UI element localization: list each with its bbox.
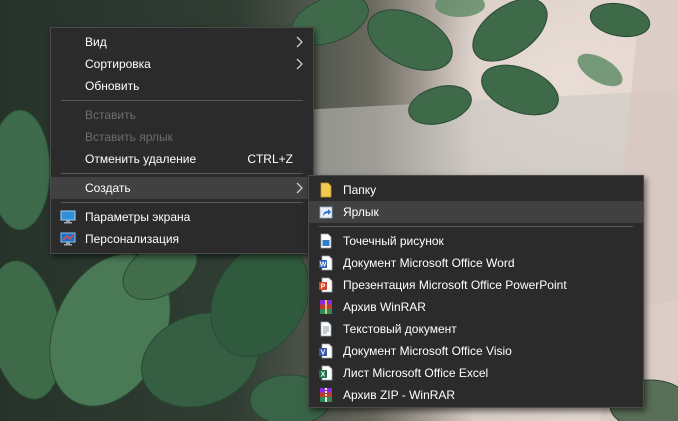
menu-item-sort[interactable]: Сортировка bbox=[51, 53, 313, 75]
excel-icon: X bbox=[319, 365, 333, 381]
menu-separator bbox=[319, 226, 633, 227]
submenu-item-powerpoint-label: Презентация Microsoft Office PowerPoint bbox=[343, 278, 567, 292]
desktop-context-menu: Вид Сортировка Обновить Вставить Вставит… bbox=[50, 27, 314, 254]
menu-item-paste-shortcut-label: Вставить ярлык bbox=[85, 130, 173, 144]
menu-item-personalization[interactable]: Персонализация bbox=[51, 228, 313, 250]
create-submenu: Папку Ярлык Точечный рисунок W Документ … bbox=[308, 175, 644, 408]
submenu-item-folder[interactable]: Папку bbox=[309, 179, 643, 201]
text-document-icon bbox=[320, 321, 332, 337]
submenu-item-winrar-zip-label: Архив ZIP - WinRAR bbox=[343, 388, 456, 402]
shortcut-icon bbox=[319, 206, 333, 219]
svg-text:X: X bbox=[321, 372, 326, 379]
menu-item-refresh[interactable]: Обновить bbox=[51, 75, 313, 97]
personalization-icon bbox=[60, 232, 76, 246]
submenu-item-shortcut[interactable]: Ярлык bbox=[309, 201, 643, 223]
winrar-icon bbox=[320, 300, 332, 314]
powerpoint-icon: P bbox=[319, 277, 333, 293]
menu-item-display-settings-label: Параметры экрана bbox=[85, 210, 191, 224]
svg-text:V: V bbox=[321, 350, 326, 357]
submenu-item-shortcut-label: Ярлык bbox=[343, 205, 379, 219]
submenu-item-bitmap-label: Точечный рисунок bbox=[343, 234, 444, 248]
submenu-item-winrar-label: Архив WinRAR bbox=[343, 300, 426, 314]
keyboard-shortcut: CTRL+Z bbox=[247, 152, 293, 166]
menu-item-personalization-label: Персонализация bbox=[85, 232, 180, 246]
menu-item-view[interactable]: Вид bbox=[51, 31, 313, 53]
submenu-item-bitmap[interactable]: Точечный рисунок bbox=[309, 230, 643, 252]
menu-item-paste-label: Вставить bbox=[85, 108, 136, 122]
menu-separator bbox=[61, 202, 303, 203]
submenu-item-visio-label: Документ Microsoft Office Visio bbox=[343, 344, 512, 358]
submenu-item-folder-label: Папку bbox=[343, 183, 377, 197]
folder-icon bbox=[320, 182, 332, 198]
submenu-item-winrar-zip[interactable]: Архив ZIP - WinRAR bbox=[309, 384, 643, 406]
chevron-right-icon bbox=[296, 36, 303, 48]
svg-text:P: P bbox=[321, 284, 326, 291]
chevron-right-icon bbox=[296, 58, 303, 70]
submenu-item-visio[interactable]: V Документ Microsoft Office Visio bbox=[309, 340, 643, 362]
submenu-item-text-document-label: Текстовый документ bbox=[343, 322, 457, 336]
visio-icon: V bbox=[319, 343, 333, 359]
menu-item-refresh-label: Обновить bbox=[85, 79, 140, 93]
menu-item-display-settings[interactable]: Параметры экрана bbox=[51, 206, 313, 228]
menu-item-undo-delete-label: Отменить удаление bbox=[85, 152, 197, 166]
submenu-item-excel-label: Лист Microsoft Office Excel bbox=[343, 366, 489, 380]
submenu-item-powerpoint[interactable]: P Презентация Microsoft Office PowerPoin… bbox=[309, 274, 643, 296]
menu-item-paste: Вставить bbox=[51, 104, 313, 126]
winrar-zip-icon bbox=[320, 388, 332, 402]
submenu-item-word-label: Документ Microsoft Office Word bbox=[343, 256, 515, 270]
submenu-item-excel[interactable]: X Лист Microsoft Office Excel bbox=[309, 362, 643, 384]
chevron-right-icon bbox=[296, 182, 303, 194]
bitmap-icon bbox=[320, 233, 332, 249]
word-icon: W bbox=[319, 255, 333, 271]
menu-separator bbox=[61, 100, 303, 101]
submenu-item-word[interactable]: W Документ Microsoft Office Word bbox=[309, 252, 643, 274]
display-settings-icon bbox=[60, 210, 76, 224]
submenu-item-winrar[interactable]: Архив WinRAR bbox=[309, 296, 643, 318]
svg-text:W: W bbox=[320, 262, 327, 269]
menu-item-undo-delete[interactable]: Отменить удаление CTRL+Z bbox=[51, 148, 313, 170]
menu-item-create-label: Создать bbox=[85, 181, 131, 195]
menu-item-paste-shortcut: Вставить ярлык bbox=[51, 126, 313, 148]
menu-item-sort-label: Сортировка bbox=[85, 57, 151, 71]
menu-separator bbox=[61, 173, 303, 174]
menu-item-create[interactable]: Создать bbox=[51, 177, 313, 199]
menu-item-view-label: Вид bbox=[85, 35, 107, 49]
submenu-item-text-document[interactable]: Текстовый документ bbox=[309, 318, 643, 340]
